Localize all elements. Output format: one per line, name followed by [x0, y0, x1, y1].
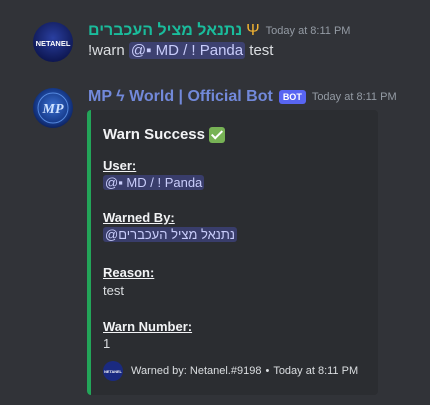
- user-mention[interactable]: @▪ MD / ! Panda: [128, 42, 246, 59]
- footer-avatar-text: NETANEL: [104, 370, 122, 374]
- avatar-text: MP: [42, 102, 64, 117]
- trident-icon: Ψ: [246, 22, 260, 39]
- bot-avatar[interactable]: MP: [33, 88, 73, 128]
- field-name-warned-by: Warned By:: [103, 210, 175, 225]
- field-name-reason: Reason:: [103, 265, 155, 280]
- embed-footer: NETANEL Warned by: Netanel.#9198 • Today…: [103, 361, 358, 381]
- username[interactable]: MP ϟ World | Official Bot: [88, 88, 273, 106]
- footer-timestamp: Today at 8:11 PM: [273, 365, 359, 377]
- embed: Warn Success User: @▪ MD / ! Panda Warne…: [87, 110, 378, 395]
- field-value-warn-number: 1: [103, 336, 111, 351]
- timestamp[interactable]: Today at 8:11 PM: [312, 91, 397, 103]
- avatar-text: NETANEL: [36, 39, 71, 48]
- embed-title: Warn Success: [103, 126, 225, 143]
- user-mention[interactable]: @נתנאל מציל העכברים: [103, 227, 237, 242]
- message-header: MP ϟ World | Official Bot BOT Today at 8…: [88, 86, 397, 108]
- bot-tag: BOT: [278, 90, 306, 104]
- username[interactable]: נתנאל מציל העכברים: [88, 22, 242, 40]
- field-value-reason: test: [103, 283, 124, 298]
- field-value-user: @▪ MD / ! Panda: [103, 175, 205, 190]
- command-text: !warn: [88, 42, 129, 59]
- footer-separator: •: [265, 365, 270, 377]
- user-avatar[interactable]: NETANEL: [33, 22, 73, 62]
- field-name-warn-number: Warn Number:: [103, 319, 193, 334]
- embed-title-text: Warn Success: [103, 126, 205, 143]
- field-name-user: User:: [103, 158, 137, 173]
- check-mark-icon: [209, 126, 225, 143]
- timestamp[interactable]: Today at 8:11 PM: [266, 25, 351, 37]
- user-mention[interactable]: @▪ MD / ! Panda: [103, 175, 205, 190]
- footer-avatar-icon: NETANEL: [103, 361, 123, 381]
- field-value-warned-by: @נתנאל מציל העכברים: [103, 227, 237, 242]
- footer-text: Warned by: Netanel.#9198: [131, 365, 262, 377]
- reason-text: test: [245, 42, 274, 59]
- message-header: נתנאל מציל העכברים Ψ Today at 8:11 PM: [88, 20, 350, 42]
- message-content: !warn @▪ MD / ! Panda test: [88, 42, 273, 59]
